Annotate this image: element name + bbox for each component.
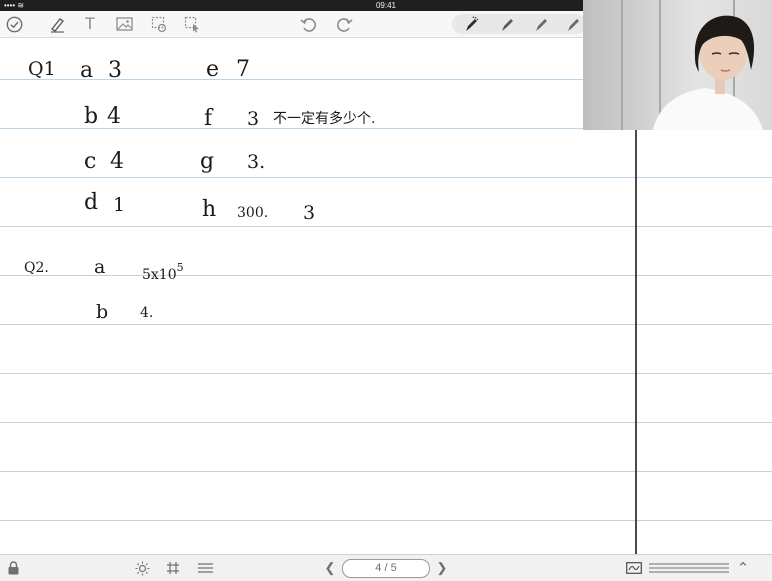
q1-d-answer: 1 bbox=[113, 194, 126, 216]
grid-icon[interactable] bbox=[164, 555, 182, 581]
q1-b-letter: b bbox=[84, 104, 99, 129]
bottom-bar: ❮ 4 / 5 ❯ ⌃ bbox=[0, 554, 772, 581]
q1-f-note: 不一定有多少个. bbox=[273, 111, 376, 127]
q1-h-letter: h bbox=[202, 197, 217, 222]
ruled-line bbox=[0, 226, 772, 227]
ruled-line bbox=[0, 520, 772, 521]
undo-icon[interactable] bbox=[297, 11, 319, 37]
q1-g-letter: g bbox=[200, 149, 215, 174]
lines-icon[interactable] bbox=[196, 555, 214, 581]
q2-a-answer-exponent: 5 bbox=[176, 261, 184, 274]
ruled-line bbox=[0, 275, 772, 276]
redo-icon[interactable] bbox=[333, 11, 355, 37]
camera-overlay bbox=[583, 0, 772, 130]
ruled-line bbox=[0, 373, 772, 374]
q1-a-answer: 3 bbox=[108, 58, 122, 83]
lock-icon[interactable] bbox=[4, 555, 22, 581]
q1-c-letter: c bbox=[84, 149, 97, 174]
ruled-line bbox=[0, 422, 772, 423]
q2-label: Q2. bbox=[24, 260, 49, 276]
q2-a-answer: 5x105 bbox=[142, 262, 184, 282]
q2-a-letter: a bbox=[94, 256, 106, 278]
expand-up-button[interactable]: ⌃ bbox=[734, 555, 752, 581]
page-thumbnail-icon[interactable] bbox=[624, 555, 644, 581]
q1-e-letter: e bbox=[206, 57, 220, 82]
next-page-button[interactable]: ❯ bbox=[432, 555, 452, 581]
ruled-line bbox=[0, 471, 772, 472]
q2-b-answer: 4. bbox=[140, 305, 154, 321]
q2-a-answer-base: 5x10 bbox=[142, 267, 177, 283]
q1-f-letter: f bbox=[204, 106, 213, 131]
ruled-line bbox=[0, 324, 772, 325]
prev-page-button[interactable]: ❮ bbox=[320, 555, 340, 581]
text-icon[interactable]: T bbox=[79, 11, 101, 37]
q1-g-answer: 3. bbox=[247, 151, 266, 173]
q1-label: Q1 bbox=[28, 58, 56, 80]
pencil-1-icon[interactable] bbox=[458, 11, 484, 37]
q2-b-letter: b bbox=[96, 301, 109, 323]
brightness-icon[interactable] bbox=[132, 555, 152, 581]
q1-e-answer: 7 bbox=[236, 57, 250, 82]
check-circle-icon[interactable] bbox=[3, 11, 25, 37]
margin-line bbox=[635, 93, 637, 554]
pencil-2-icon[interactable] bbox=[494, 11, 520, 37]
q1-c-answer: 4̇ bbox=[110, 149, 124, 174]
page-indicator[interactable]: 4 / 5 bbox=[342, 559, 430, 578]
pencil-4-icon[interactable] bbox=[562, 11, 584, 37]
lasso-icon[interactable] bbox=[148, 11, 170, 37]
page-scroller-icon[interactable] bbox=[648, 555, 730, 581]
ruled-line bbox=[0, 177, 772, 178]
q1-h-answer-a: 300. bbox=[237, 205, 269, 221]
q1-d-letter: d bbox=[84, 190, 99, 215]
select-icon[interactable] bbox=[181, 11, 203, 37]
pencil-3-icon[interactable] bbox=[528, 11, 554, 37]
q1-h-answer-b: 3 bbox=[303, 202, 316, 224]
pen-draw-icon[interactable] bbox=[46, 11, 68, 37]
q1-f-answer: 3 bbox=[247, 108, 260, 130]
q1-a-letter: a bbox=[80, 58, 94, 83]
q1-b-answer: 4 bbox=[107, 104, 121, 129]
presenter-figure bbox=[653, 15, 763, 130]
image-icon[interactable] bbox=[113, 11, 135, 37]
